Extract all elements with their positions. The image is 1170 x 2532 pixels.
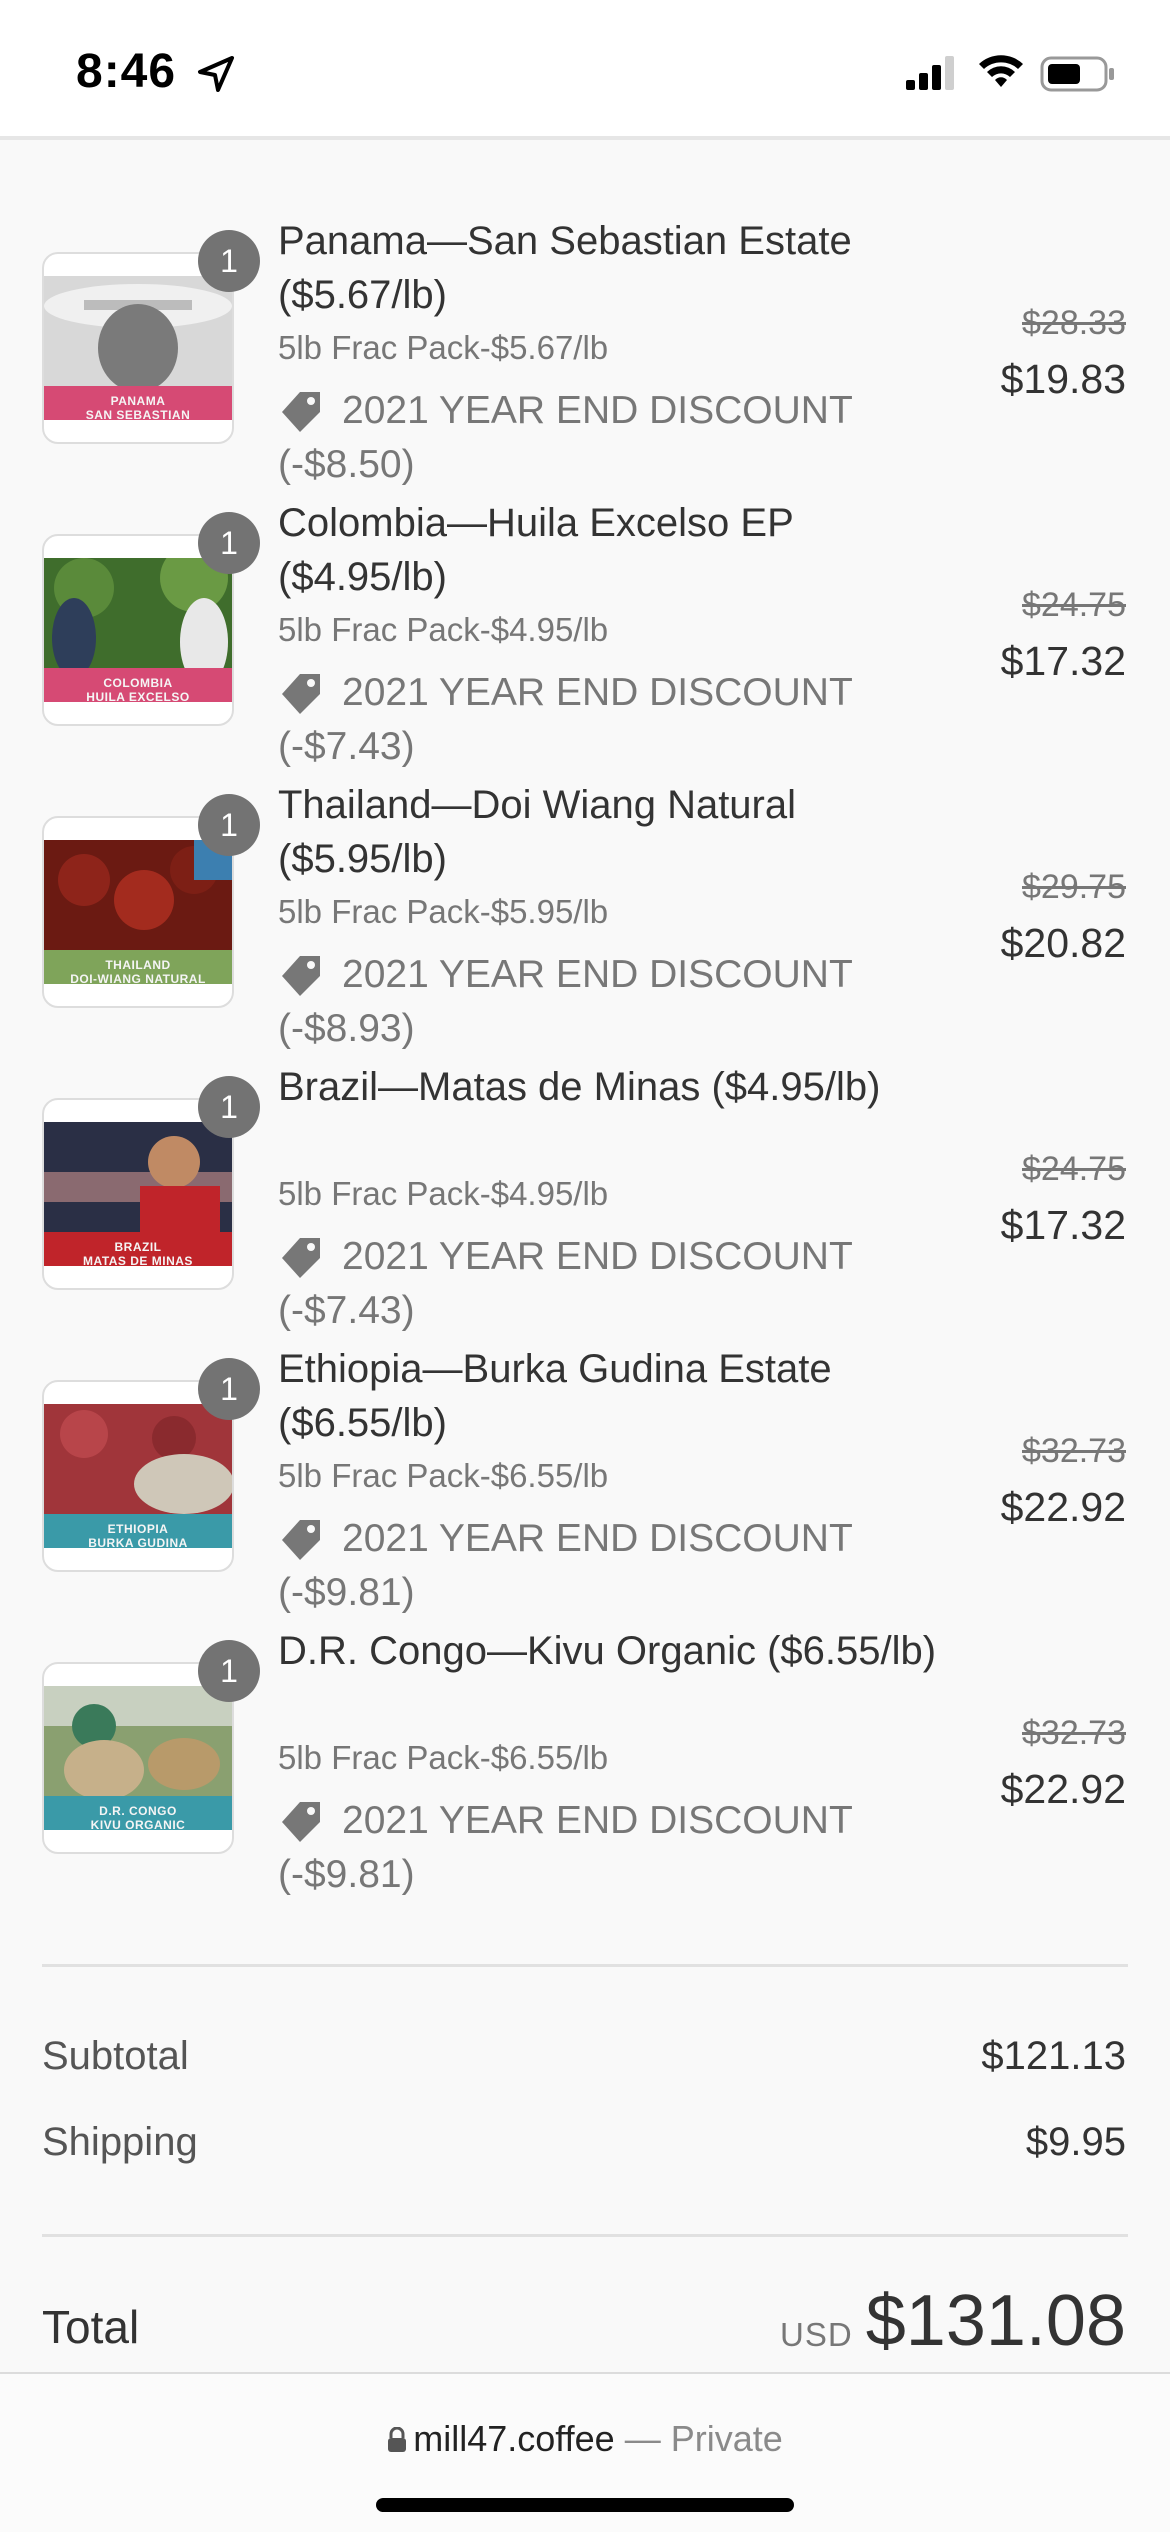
quantity-badge: 1 bbox=[198, 1358, 260, 1420]
original-price: $32.73 bbox=[1022, 1432, 1126, 1470]
thumb-caption-line: DOI-WIANG NATURAL bbox=[70, 972, 206, 986]
item-title: Ethiopia—Burka Gudina Estate ($6.55/lb) bbox=[278, 1347, 832, 1445]
quantity-badge: 1 bbox=[198, 1640, 260, 1702]
final-price: $17.32 bbox=[1000, 1202, 1126, 1248]
final-price: $17.32 bbox=[1000, 638, 1126, 684]
final-price: $19.83 bbox=[1000, 356, 1126, 402]
thumb-caption-line: BURKA GUDINA bbox=[88, 1536, 188, 1550]
item-title: Thailand—Doi Wiang Natural ($5.95/lb) bbox=[278, 783, 797, 881]
order-item[interactable]: PANAMA SAN SEBASTIAN 1 Panama—San Sebasti… bbox=[0, 219, 1170, 512]
item-variant: 5lb Frac Pack-$6.55/lb bbox=[278, 1739, 609, 1776]
order-item[interactable]: THAILAND DOI-WIANG NATURAL 1 Thailand—Doi… bbox=[0, 783, 1170, 1076]
total-value: $131.08 bbox=[865, 2281, 1126, 2361]
thumb-caption-line: THAILAND bbox=[105, 958, 171, 972]
discount-label: 2021 YEAR END DISCOUNT (-$8.93) bbox=[278, 953, 853, 1050]
quantity-badge: 1 bbox=[198, 512, 260, 574]
status-time: 8:46 bbox=[76, 45, 177, 98]
thumb-caption-line: COLOMBIA bbox=[103, 676, 173, 690]
subtotal-label: Subtotal bbox=[42, 2034, 189, 2078]
wifi-icon bbox=[979, 55, 1023, 87]
item-variant: 5lb Frac Pack-$4.95/lb bbox=[278, 611, 609, 648]
lock-icon bbox=[388, 2427, 407, 2452]
private-mode-label: — Private bbox=[614, 2418, 783, 2459]
item-title: Colombia—Huila Excelso EP ($4.95/lb) bbox=[278, 501, 794, 599]
divider bbox=[42, 2234, 1128, 2237]
item-variant: 5lb Frac Pack-$5.67/lb bbox=[278, 329, 609, 366]
thumb-caption-line: PANAMA bbox=[110, 394, 166, 408]
shipping-label: Shipping bbox=[42, 2120, 198, 2164]
discount-label: 2021 YEAR END DISCOUNT (-$7.43) bbox=[278, 1235, 853, 1332]
url-display[interactable]: mill47.coffee — Private bbox=[0, 2418, 1170, 2460]
status-bar: 8:46 bbox=[0, 0, 1170, 140]
total-label: Total bbox=[42, 2301, 140, 2353]
total-currency: USD bbox=[780, 2316, 853, 2353]
thumb-caption-line: HUILA EXCELSO bbox=[86, 690, 190, 704]
location-arrow-icon bbox=[198, 56, 234, 92]
url-domain: mill47.coffee bbox=[413, 2418, 615, 2459]
shipping-value: $9.95 bbox=[1025, 2120, 1126, 2164]
order-item[interactable]: BRAZIL MATAS DE MINAS 1 Brazil—Matas de M… bbox=[0, 1065, 1170, 1358]
final-price: $22.92 bbox=[1000, 1484, 1126, 1530]
item-variant: 5lb Frac Pack-$5.95/lb bbox=[278, 893, 609, 930]
browser-address-bar[interactable]: mill47.coffee — Private bbox=[0, 2372, 1170, 2532]
thumb-caption-line: ETHIOPIA bbox=[107, 1522, 169, 1536]
item-title: Brazil—Matas de Minas ($4.95/lb) bbox=[278, 1065, 881, 1109]
discount-label: 2021 YEAR END DISCOUNT (-$7.43) bbox=[278, 671, 853, 768]
thumb-caption-line: KIVU ORGANIC bbox=[90, 1818, 186, 1832]
original-price: $29.75 bbox=[1022, 868, 1126, 906]
original-price: $28.33 bbox=[1022, 304, 1126, 342]
thumb-caption-line: BRAZIL bbox=[114, 1240, 162, 1254]
original-price: $24.75 bbox=[1022, 1150, 1126, 1188]
home-indicator[interactable] bbox=[376, 2498, 794, 2512]
original-price: $32.73 bbox=[1022, 1714, 1126, 1752]
discount-label: 2021 YEAR END DISCOUNT (-$9.81) bbox=[278, 1799, 853, 1896]
original-price: $24.75 bbox=[1022, 586, 1126, 624]
divider bbox=[42, 1964, 1128, 1967]
quantity-badge: 1 bbox=[198, 1076, 260, 1138]
item-title: D.R. Congo—Kivu Organic ($6.55/lb) bbox=[278, 1629, 937, 1673]
thumb-caption-line: D.R. CONGO bbox=[99, 1804, 177, 1818]
subtotal-value: $121.13 bbox=[981, 2034, 1126, 2078]
discount-label: 2021 YEAR END DISCOUNT (-$8.50) bbox=[278, 389, 853, 486]
thumb-caption-line: MATAS DE MINAS bbox=[83, 1254, 193, 1268]
item-title: Panama—San Sebastian Estate ($5.67/lb) bbox=[278, 219, 852, 317]
order-item[interactable]: COLOMBIA HUILA EXCELSO 1 Colombia—Huila E… bbox=[0, 501, 1170, 794]
final-price: $20.82 bbox=[1000, 920, 1126, 966]
discount-label: 2021 YEAR END DISCOUNT (-$9.81) bbox=[278, 1517, 853, 1614]
thumb-caption-line: SAN SEBASTIAN bbox=[85, 408, 191, 422]
quantity-badge: 1 bbox=[198, 230, 260, 292]
order-item[interactable]: ETHIOPIA BURKA GUDINA 1 Ethiopia—Burka Gu… bbox=[0, 1347, 1170, 1640]
final-price: $22.92 bbox=[1000, 1766, 1126, 1812]
item-variant: 5lb Frac Pack-$4.95/lb bbox=[278, 1175, 609, 1212]
cellular-signal-icon bbox=[906, 56, 954, 90]
battery-icon bbox=[1040, 56, 1114, 92]
item-variant: 5lb Frac Pack-$6.55/lb bbox=[278, 1457, 609, 1494]
quantity-badge: 1 bbox=[198, 794, 260, 856]
order-item[interactable]: D.R. CONGO KIVU ORGANIC 1 D.R. Congo—Kivu… bbox=[0, 1629, 1170, 1922]
